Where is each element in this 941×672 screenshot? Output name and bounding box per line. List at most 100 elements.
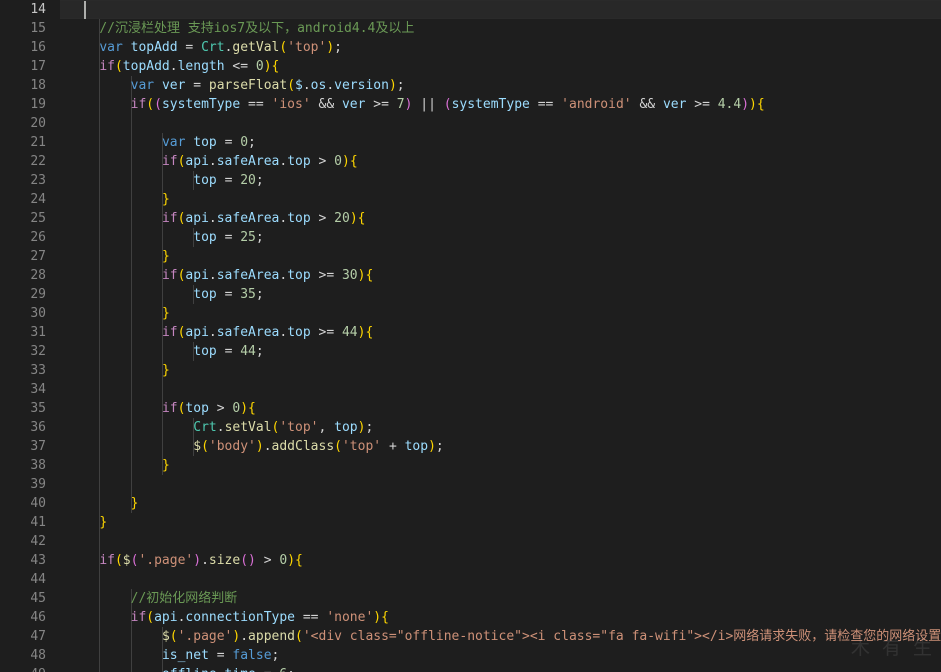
line-number[interactable]: 31 [0,323,60,342]
line-number[interactable]: 14 [0,0,60,19]
line-number[interactable]: 48 [0,646,60,665]
line-number[interactable]: 18 [0,76,60,95]
code-line[interactable] [60,114,941,133]
code-line[interactable] [60,570,941,589]
code-line[interactable]: //初始化网络判断 [60,589,941,608]
code-line[interactable]: top = 20; [60,171,941,190]
code-content-area[interactable]: //沉浸栏处理 支持ios7及以下，android4.4及以上 var topA… [60,0,941,672]
code-line-text: top = 25; [193,230,264,245]
code-line[interactable]: } [60,247,941,266]
code-line-text: } [161,306,170,321]
line-number[interactable]: 25 [0,209,60,228]
line-number[interactable]: 35 [0,399,60,418]
line-number[interactable]: 37 [0,437,60,456]
code-line-text: } [161,363,170,378]
code-line-text: } [161,192,170,207]
code-line[interactable]: } [60,304,941,323]
code-line[interactable]: top = 25; [60,228,941,247]
line-number[interactable]: 49 [0,665,60,672]
code-line-text: if(api.safeArea.top >= 44){ [161,325,374,340]
code-line[interactable] [60,532,941,551]
code-line[interactable]: Crt.setVal('top', top); [60,418,941,437]
line-number[interactable]: 26 [0,228,60,247]
line-number[interactable]: 16 [0,38,60,57]
code-line[interactable] [60,0,941,19]
code-line[interactable]: } [60,361,941,380]
code-line[interactable]: if(topAdd.length <= 0){ [60,57,941,76]
code-line[interactable] [60,380,941,399]
line-number-gutter[interactable]: 14 15 16 17 18 19 20 21 22 23 24 25 26 27 28 29 30 31 32 33… [0,0,60,672]
code-line-text: if(api.connectionType == 'none'){ [130,610,389,625]
code-line[interactable]: if(top > 0){ [60,399,941,418]
code-line[interactable]: //沉浸栏处理 支持ios7及以下，android4.4及以上 [60,19,941,38]
line-number[interactable]: 15 [0,19,60,38]
line-number[interactable]: 42 [0,532,60,551]
code-line[interactable]: } [60,513,941,532]
line-number[interactable]: 34 [0,380,60,399]
line-number[interactable]: 29 [0,285,60,304]
code-line-text: top = 20; [193,173,264,188]
code-line-text: offline_time = 6; [68,667,295,672]
code-line[interactable]: top = 35; [60,285,941,304]
code-line-text: //沉浸栏处理 支持ios7及以下，android4.4及以上 [99,21,415,36]
code-line-text: Crt.setVal('top', top); [193,420,374,435]
code-line[interactable] [60,475,941,494]
code-line[interactable]: top = 44; [60,342,941,361]
line-number[interactable]: 47 [0,627,60,646]
text-caret [84,1,86,19]
line-number[interactable]: 32 [0,342,60,361]
editor-surface[interactable]: 14 15 16 17 18 19 20 21 22 23 24 25 26 27 28 29 30 31 32 33… [0,0,941,672]
code-line[interactable]: if((systemType == 'ios' && ver >= 7) || … [60,95,941,114]
code-line[interactable]: if(api.safeArea.top >= 44){ [60,323,941,342]
line-number[interactable]: 22 [0,152,60,171]
line-number[interactable]: 43 [0,551,60,570]
line-number[interactable]: 45 [0,589,60,608]
code-line[interactable]: var ver = parseFloat($.os.version); [60,76,941,95]
code-line-text: if(topAdd.length <= 0){ [99,59,280,74]
line-number[interactable]: 19 [0,95,60,114]
line-number[interactable]: 17 [0,57,60,76]
code-line-text: if($('.page').size() > 0){ [99,553,303,568]
code-line[interactable]: if(api.safeArea.top > 0){ [60,152,941,171]
line-number[interactable]: 33 [0,361,60,380]
code-line[interactable]: is_net = false; [60,646,941,665]
line-number[interactable]: 38 [0,456,60,475]
code-editor-window[interactable]: 14 15 16 17 18 19 20 21 22 23 24 25 26 27 28 29 30 31 32 33… [0,0,941,672]
line-number[interactable]: 41 [0,513,60,532]
line-number[interactable]: 20 [0,114,60,133]
code-line[interactable]: if(api.safeArea.top > 20){ [60,209,941,228]
line-number[interactable]: 24 [0,190,60,209]
line-number[interactable]: 23 [0,171,60,190]
line-number[interactable]: 27 [0,247,60,266]
code-line-text: } [161,458,170,473]
code-line[interactable]: } [60,494,941,513]
code-line[interactable]: } [60,190,941,209]
line-number[interactable]: 36 [0,418,60,437]
line-number[interactable]: 28 [0,266,60,285]
code-line-text: } [130,496,139,511]
line-number[interactable]: 30 [0,304,60,323]
code-line-text: if(api.safeArea.top > 0){ [161,154,358,169]
code-line-text: var top = 0; [161,135,256,150]
code-line[interactable]: } [60,456,941,475]
code-line[interactable]: offline_time = 6; [60,665,941,672]
code-lines[interactable]: //沉浸栏处理 支持ios7及以下，android4.4及以上 var topA… [60,0,941,672]
code-line-text: if(api.safeArea.top >= 30){ [161,268,374,283]
code-line[interactable]: var top = 0; [60,133,941,152]
code-line-text: top = 35; [193,287,264,302]
line-number[interactable]: 40 [0,494,60,513]
code-line[interactable]: if(api.connectionType == 'none'){ [60,608,941,627]
line-number[interactable]: 44 [0,570,60,589]
code-line-text: var ver = parseFloat($.os.version); [130,78,405,93]
code-line[interactable]: $('body').addClass('top' + top); [60,437,941,456]
code-line[interactable]: if($('.page').size() > 0){ [60,551,941,570]
line-number[interactable]: 21 [0,133,60,152]
line-number[interactable]: 46 [0,608,60,627]
code-line[interactable]: $('.page').append('<div class="offline-n… [60,627,941,646]
code-line-text: $('body').addClass('top' + top); [193,439,444,454]
code-line[interactable]: var topAdd = Crt.getVal('top'); [60,38,941,57]
code-line-text: if(api.safeArea.top > 20){ [161,211,366,226]
line-number[interactable]: 39 [0,475,60,494]
code-line-text: is_net = false; [161,648,280,663]
code-line[interactable]: if(api.safeArea.top >= 30){ [60,266,941,285]
